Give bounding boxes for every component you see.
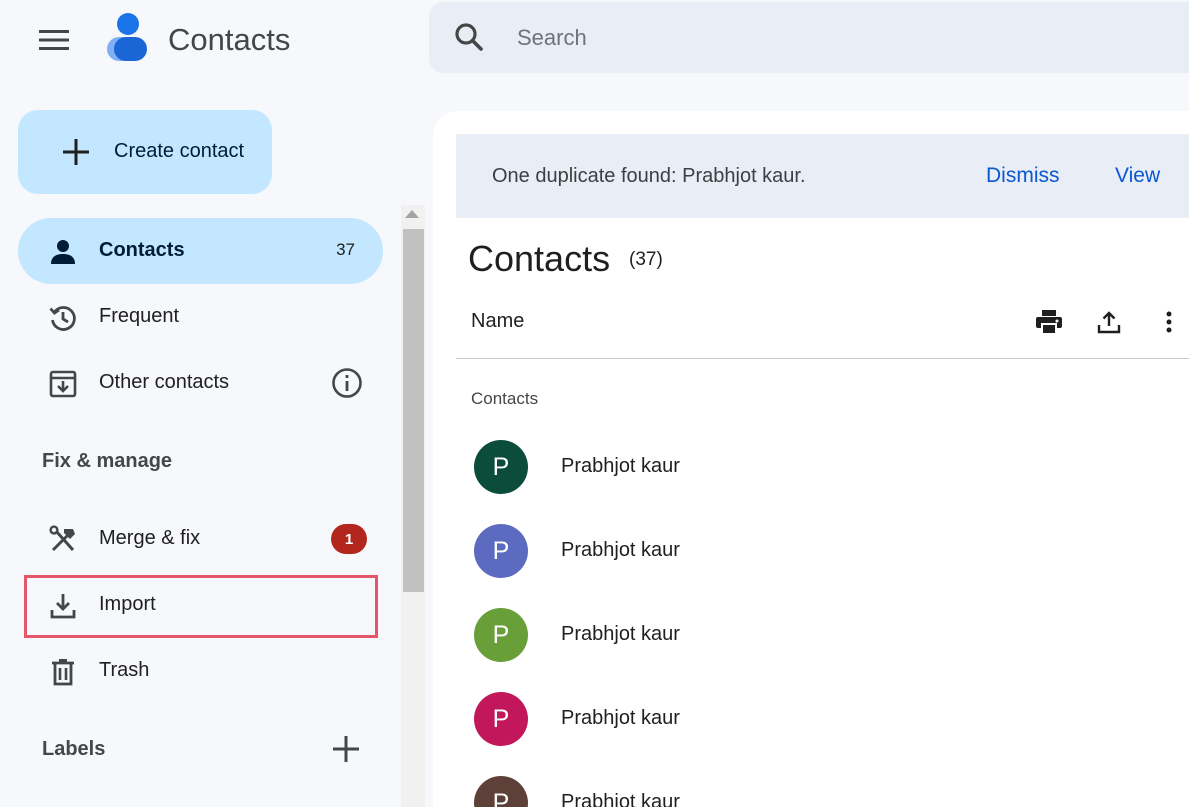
info-icon[interactable] [331,367,363,399]
upload-icon [1097,311,1121,334]
avatar: P [474,692,528,746]
sidebar-item-label: Contacts [99,239,185,261]
person-icon [51,240,75,264]
contact-row[interactable]: P Prabhjot kaur [456,425,1189,509]
contact-name: Prabhjot kaur [561,623,680,645]
contact-name: Prabhjot kaur [561,707,680,729]
duplicate-banner: One duplicate found: Prabhjot kaur. Dism… [456,134,1189,218]
page-title: Contacts [468,238,611,279]
create-contact-label: Create contact [114,140,245,162]
hamburger-menu-icon [39,30,69,50]
labels-heading: Labels [42,738,106,760]
search-bar[interactable] [429,2,1189,73]
contacts-logo [107,13,147,61]
sidebar-item-merge-fix[interactable]: Merge & fix 1 [18,506,383,572]
contact-name: Prabhjot kaur [561,455,680,477]
avatar: P [474,776,528,807]
print-button[interactable] [1033,306,1065,338]
history-icon [49,306,76,331]
duplicate-message: One duplicate found: Prabhjot kaur. [492,165,806,187]
sidebar-scroll-thumb[interactable] [403,229,424,592]
sidebar-item-frequent[interactable]: Frequent [18,284,383,350]
print-icon [1036,310,1062,335]
sidebar-item-label: Import [99,593,156,615]
plus-icon [63,139,89,165]
sidebar-item-label: Trash [99,659,150,681]
trash-icon [52,659,74,686]
merge-tools-icon [49,525,75,552]
contacts-group-label: Contacts [471,389,539,408]
contacts-count: 37 [336,240,355,259]
sidebar-item-label: Merge & fix [99,527,201,549]
page-contact-count: (37) [629,249,663,270]
sidebar-item-contacts[interactable]: Contacts 37 [18,218,383,284]
create-contact-button[interactable]: Create contact [18,110,272,194]
app-title: Contacts [168,22,291,57]
archive-download-icon [49,370,77,398]
search-input[interactable] [517,16,1117,60]
download-icon [50,594,76,619]
avatar: P [474,524,528,578]
contact-row[interactable]: P Prabhjot kaur [456,761,1189,807]
header-divider [456,358,1189,359]
search-icon[interactable] [453,21,485,53]
main-menu-button[interactable] [32,18,76,62]
sidebar-item-label: Frequent [99,305,180,327]
avatar: P [474,440,528,494]
sidebar-item-import[interactable]: Import [18,572,383,638]
contacts-panel: One duplicate found: Prabhjot kaur. Dism… [433,111,1189,807]
contact-row[interactable]: P Prabhjot kaur [456,593,1189,677]
more-options-button[interactable] [1153,306,1185,338]
contact-name: Prabhjot kaur [561,539,680,561]
avatar: P [474,608,528,662]
add-label-icon[interactable] [330,733,362,765]
sidebar-item-other-contacts[interactable]: Other contacts [18,350,383,416]
dismiss-button[interactable]: Dismiss [986,164,1060,188]
name-column-header[interactable]: Name [471,310,524,333]
merge-count-badge: 1 [331,524,367,554]
sidebar-item-trash[interactable]: Trash [18,638,383,704]
fix-manage-heading: Fix & manage [42,450,173,472]
export-button[interactable] [1093,306,1125,338]
view-button[interactable]: View [1115,164,1160,188]
contact-row[interactable]: P Prabhjot kaur [456,509,1189,593]
contact-name: Prabhjot kaur [561,791,680,807]
contact-row[interactable]: P Prabhjot kaur [456,677,1189,761]
scroll-up-arrow-icon[interactable] [405,210,419,218]
sidebar-item-label: Other contacts [99,371,230,393]
more-vert-icon [1166,311,1172,333]
